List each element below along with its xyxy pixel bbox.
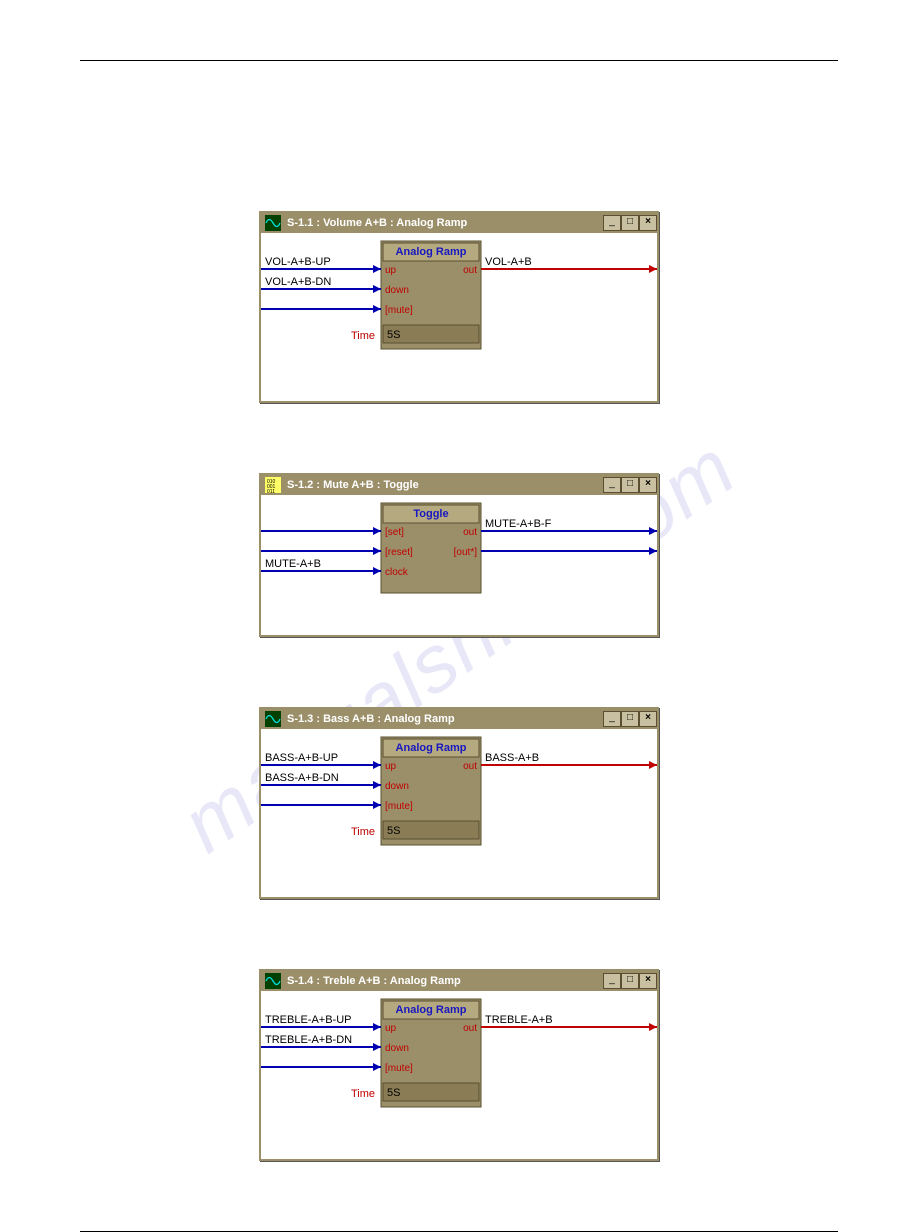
port-label-right: out	[463, 761, 477, 772]
wave-icon	[265, 215, 281, 231]
titlebar[interactable]: S-1.3 : Bass A+B : Analog Ramp_□×	[261, 709, 657, 729]
window-client: Toggle [set] [reset] clock out [out*] MUTE-A+B…	[261, 495, 657, 635]
minimize-button[interactable]: _	[603, 973, 621, 989]
wave-icon	[265, 711, 281, 727]
titlebar[interactable]: S-1.1 : Volume A+B : Analog Ramp_□×	[261, 213, 657, 233]
window-client: Analog Ramp up down [mute] out Time 5S TREBLE-A…	[261, 991, 657, 1159]
window-title: S-1.1 : Volume A+B : Analog Ramp	[285, 217, 603, 229]
port-label-right: out	[463, 265, 477, 276]
close-button[interactable]: ×	[639, 215, 657, 231]
titlebar[interactable]: S-1.4 : Treble A+B : Analog Ramp_□×	[261, 971, 657, 991]
window-title: S-1.3 : Bass A+B : Analog Ramp	[285, 713, 603, 725]
minimize-button[interactable]: _	[603, 477, 621, 493]
window-client: Analog Ramp up down [mute] out Time 5S VOL-A+B-…	[261, 233, 657, 401]
output-signal-label: MUTE-A+B-F	[485, 518, 552, 530]
port-label-left: down	[385, 781, 409, 792]
maximize-button[interactable]: □	[621, 711, 639, 727]
port-label-right: out	[463, 1023, 477, 1034]
titlebar[interactable]: 010001011 S-1.2 : Mute A+B : Toggle_□×	[261, 475, 657, 495]
input-signal-label: VOL-A+B-DN	[265, 276, 331, 288]
wave-icon	[265, 973, 281, 989]
port-label-left: [mute]	[385, 801, 413, 812]
maximize-button[interactable]: □	[621, 477, 639, 493]
maximize-button[interactable]: □	[621, 215, 639, 231]
output-signal-label: TREBLE-A+B	[485, 1014, 553, 1026]
port-label-right: out	[463, 527, 477, 538]
port-label-left: clock	[385, 567, 409, 578]
window: S-1.3 : Bass A+B : Analog Ramp_□×Analog …	[259, 707, 659, 899]
window-title: S-1.4 : Treble A+B : Analog Ramp	[285, 975, 603, 987]
close-button[interactable]: ×	[639, 711, 657, 727]
port-label-left: [mute]	[385, 1063, 413, 1074]
input-signal-label: BASS-A+B-UP	[265, 752, 338, 764]
window-client: Analog Ramp up down [mute] out Time 5S BASS-A+B…	[261, 729, 657, 897]
block-header: Analog Ramp	[396, 246, 467, 258]
param-label: Time	[351, 826, 375, 838]
output-signal-label: VOL-A+B	[485, 256, 532, 268]
input-signal-label: TREBLE-A+B-DN	[265, 1034, 352, 1046]
minimize-button[interactable]: _	[603, 711, 621, 727]
bits-icon: 010001011	[265, 477, 281, 493]
svg-text:011: 011	[267, 489, 275, 493]
input-signal-label: BASS-A+B-DN	[265, 772, 339, 784]
input-signal-label: TREBLE-A+B-UP	[265, 1014, 352, 1026]
close-button[interactable]: ×	[639, 973, 657, 989]
window-title: S-1.2 : Mute A+B : Toggle	[285, 479, 603, 491]
block-header: Analog Ramp	[396, 1004, 467, 1016]
param-value: 5S	[387, 825, 400, 837]
page-divider-top	[80, 60, 838, 61]
block-header: Analog Ramp	[396, 742, 467, 754]
param-label: Time	[351, 1088, 375, 1100]
port-label-left: up	[385, 761, 397, 772]
param-value: 5S	[387, 329, 400, 341]
input-signal-label: MUTE-A+B	[265, 558, 321, 570]
window: S-1.4 : Treble A+B : Analog Ramp_□×Analo…	[259, 969, 659, 1161]
port-label-left: up	[385, 1023, 397, 1034]
close-button[interactable]: ×	[639, 477, 657, 493]
minimize-button[interactable]: _	[603, 215, 621, 231]
port-label-left: [set]	[385, 527, 404, 538]
port-label-left: [reset]	[385, 547, 413, 558]
maximize-button[interactable]: □	[621, 973, 639, 989]
port-label-left: down	[385, 1043, 409, 1054]
port-label-left: down	[385, 285, 409, 296]
window: 010001011 S-1.2 : Mute A+B : Toggle_□× Tog…	[259, 473, 659, 637]
port-label-left: up	[385, 265, 397, 276]
block-header: Toggle	[413, 508, 448, 520]
param-value: 5S	[387, 1087, 400, 1099]
input-signal-label: VOL-A+B-UP	[265, 256, 331, 268]
window: S-1.1 : Volume A+B : Analog Ramp_□×Analo…	[259, 211, 659, 403]
port-label-right: [out*]	[454, 547, 478, 558]
param-label: Time	[351, 330, 375, 342]
output-signal-label: BASS-A+B	[485, 752, 539, 764]
port-label-left: [mute]	[385, 305, 413, 316]
